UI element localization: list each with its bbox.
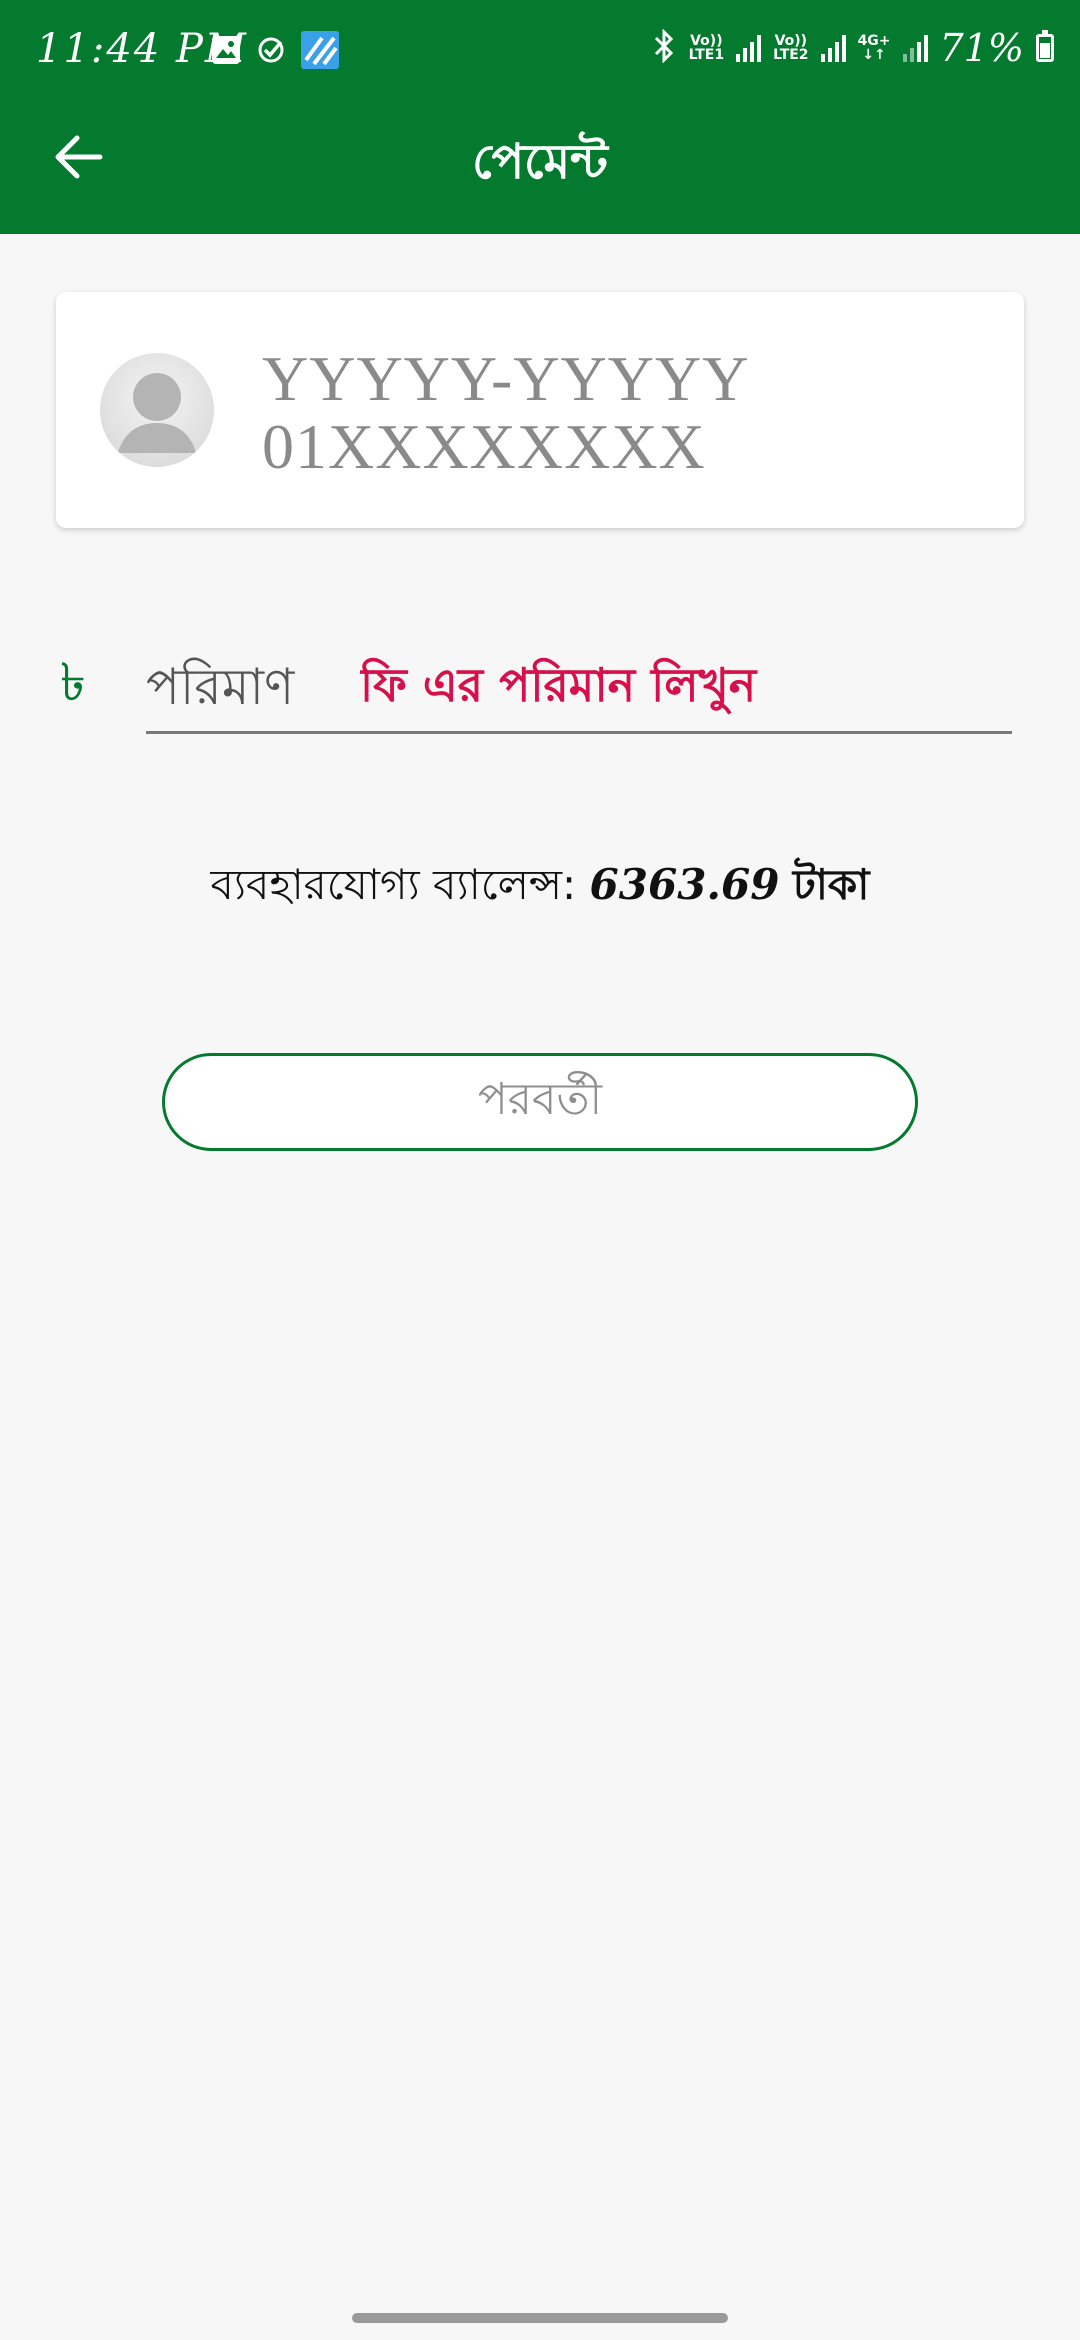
gesture-nav-handle[interactable]: [352, 2313, 728, 2323]
status-system-icons: Vo)) LTE1 Vo)) LTE2 4G+ ↓↑ 71%: [651, 26, 1054, 70]
recipient-card: YYYYY-YYYYY 01XXXXXXXX: [56, 292, 1024, 528]
sim1-volte-label: Vo)): [690, 33, 723, 49]
sim2-volte-label: Vo)): [774, 33, 808, 49]
recipient-phone: 01XXXXXXXX: [262, 411, 706, 482]
battery-icon: [1036, 30, 1054, 62]
network-type-indicator: 4G+ ↓↑: [858, 34, 891, 62]
amount-underline: [146, 731, 1012, 734]
status-bar: 11:44 PM Vo)) LTE1 Vo)) LTE2 4G+ ↓↑ 71%: [0, 0, 1080, 100]
check-circle-icon: [256, 35, 286, 69]
network-type-label: 4G+: [857, 33, 891, 49]
bluetooth-icon: [651, 28, 677, 67]
app-bar: পেমেন্ট: [0, 100, 1080, 234]
taka-currency-icon: ৳: [60, 653, 86, 713]
avatar: [100, 353, 214, 467]
balance-label: ব্যবহারযোগ্য ব্যালেন্স:: [210, 860, 577, 909]
amount-label: পরিমাণ: [146, 658, 295, 716]
next-button-label: পরবর্তী: [477, 1073, 603, 1125]
amount-field-row: ৳ পরিমাণ: [0, 630, 1080, 740]
balance-unit: টাকা: [792, 860, 870, 909]
sim2-volte-indicator: Vo)) LTE2: [773, 34, 808, 62]
sim1-lte-label: LTE1: [688, 47, 725, 63]
app-notification-icon: [300, 30, 340, 74]
status-notification-icons: [210, 30, 340, 74]
signal-icon: [902, 34, 928, 62]
next-button[interactable]: পরবর্তী: [162, 1053, 918, 1151]
sim2-lte-label: LTE2: [773, 47, 809, 63]
battery-percent: 71%: [939, 26, 1024, 70]
sim1-volte-indicator: Vo)) LTE1: [689, 34, 724, 62]
signal-icon: [736, 34, 762, 62]
image-icon: [210, 34, 242, 70]
available-balance: ব্যবহারযোগ্য ব্যালেন্স: 6363.69 টাকা: [0, 852, 1080, 923]
signal-icon: [820, 34, 846, 62]
data-arrows-icon: ↓↑: [862, 47, 886, 63]
recipient-name: YYYYY-YYYYY: [262, 343, 750, 414]
person-icon: [100, 353, 214, 467]
balance-amount: 6363.69: [589, 860, 780, 909]
page-title: পেমেন্ট: [472, 134, 608, 190]
amount-input[interactable]: [360, 650, 1000, 720]
